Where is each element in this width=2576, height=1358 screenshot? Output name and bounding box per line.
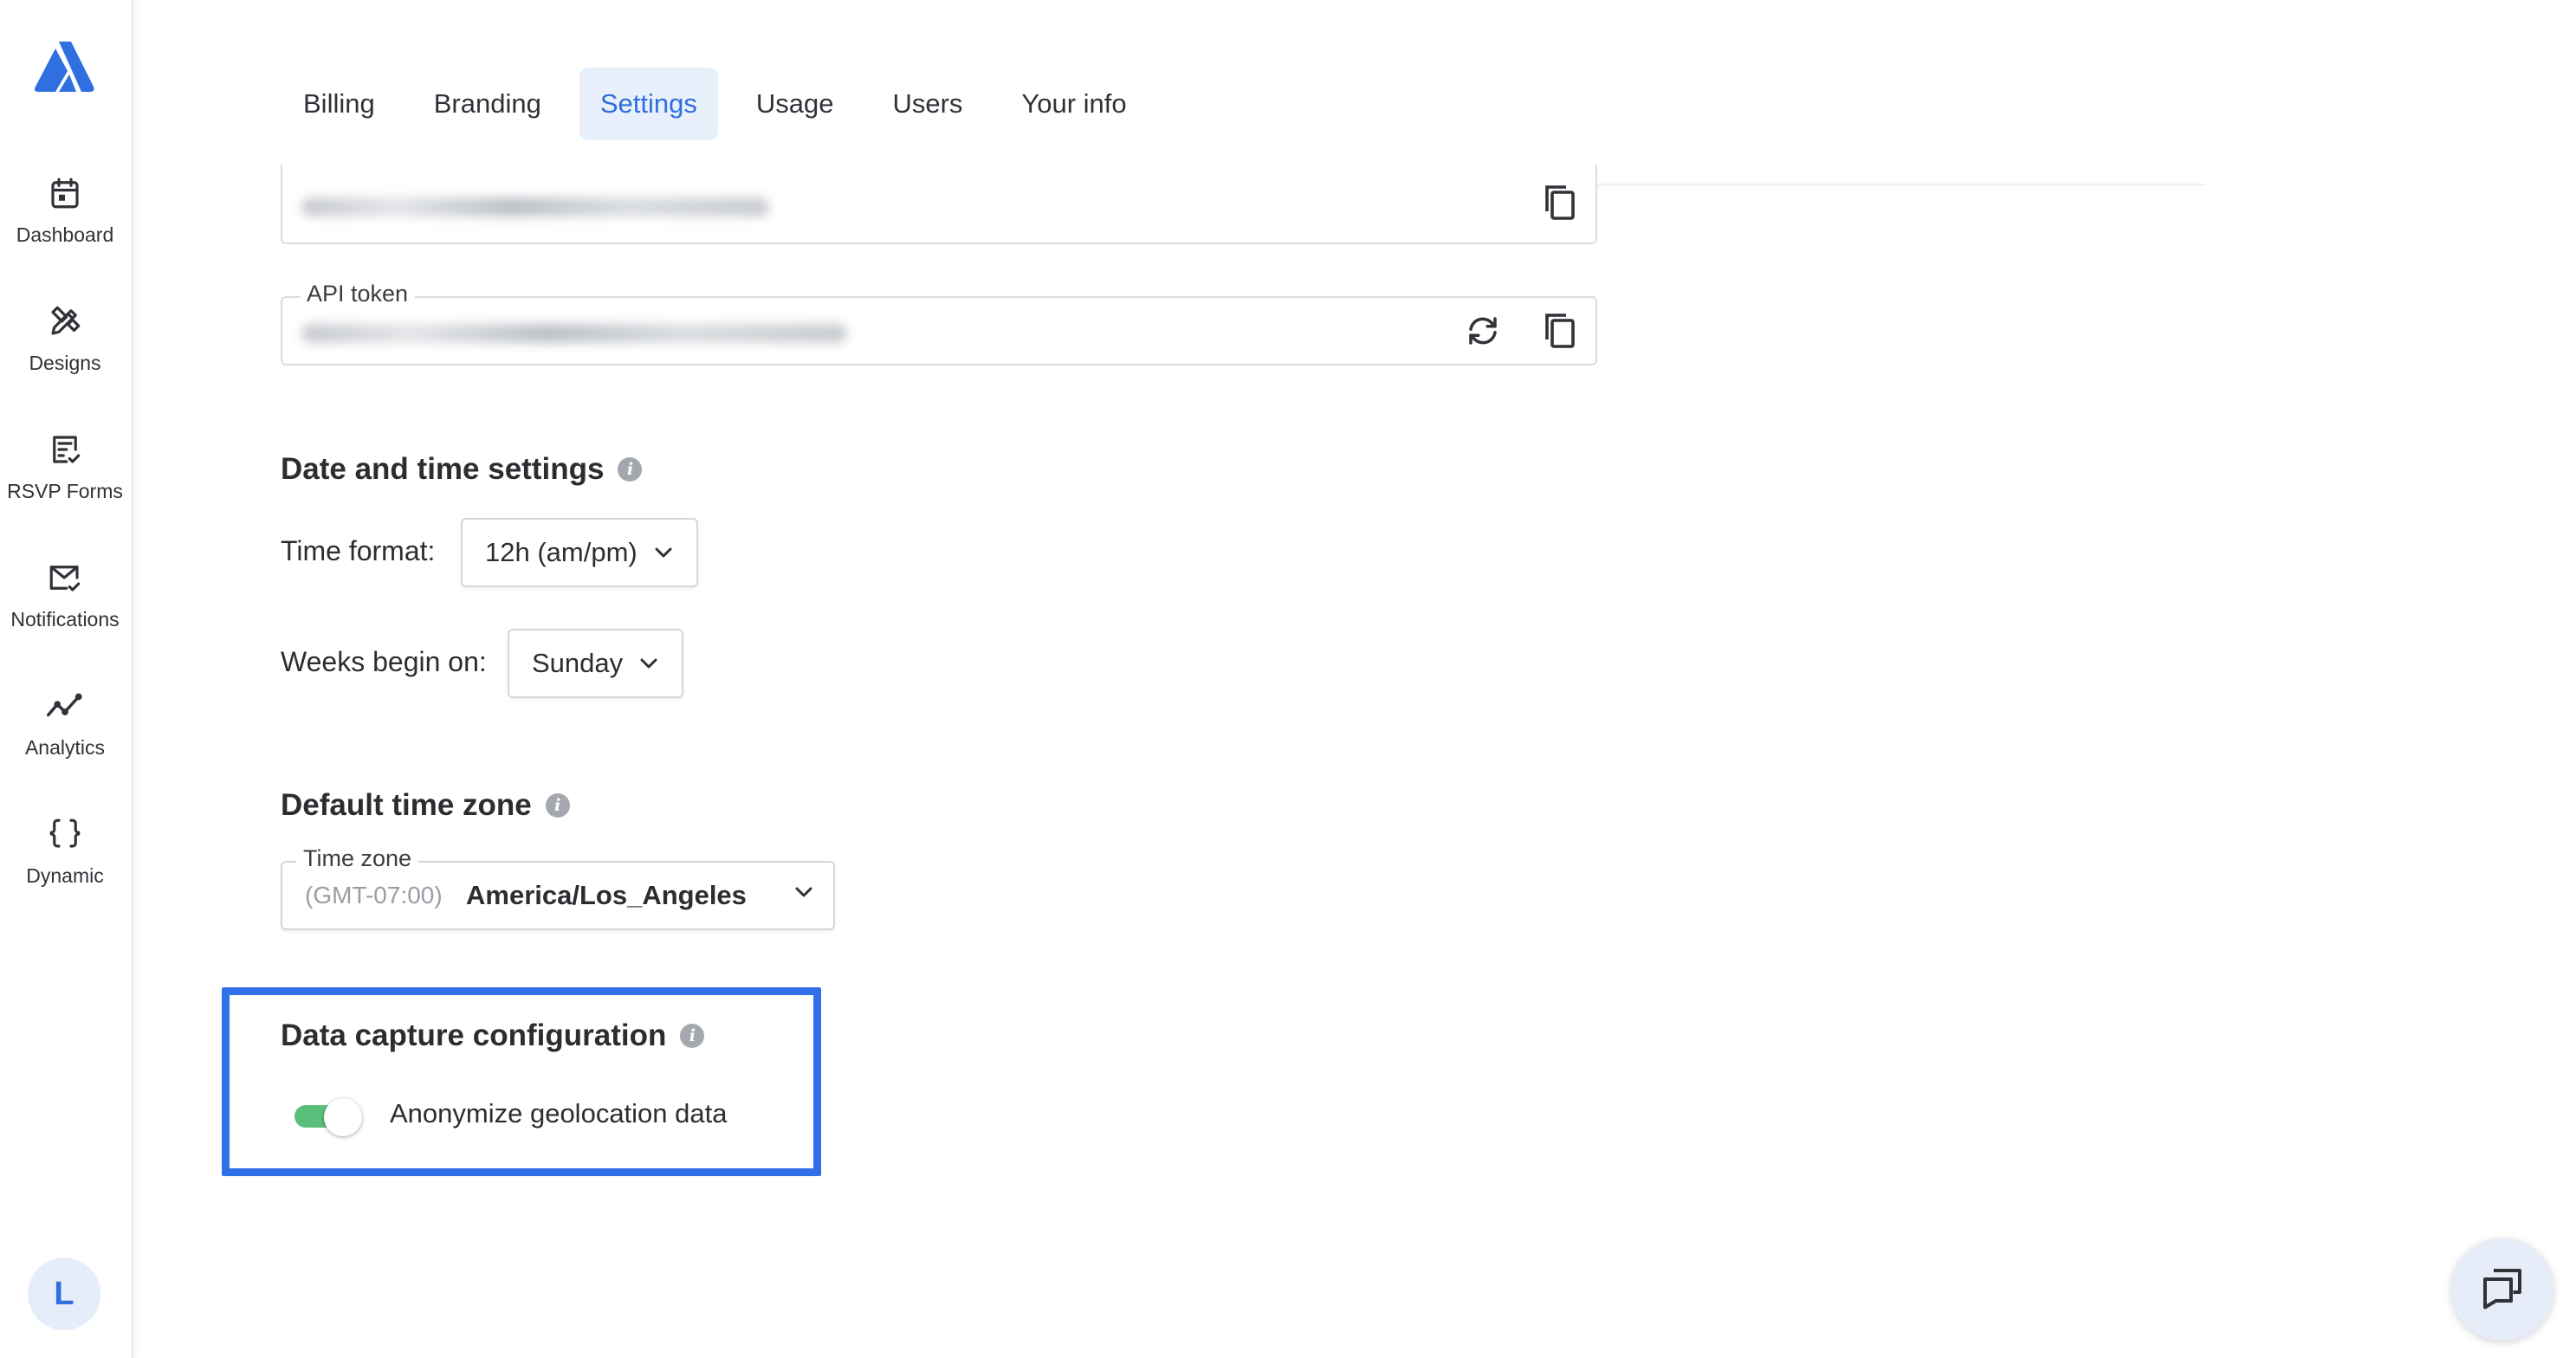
tab-users[interactable]: Users: [871, 68, 983, 140]
api-token-label: API token: [300, 281, 416, 307]
time-zone-value: America/Los_Angeles: [466, 880, 747, 910]
time-format-label: Time format:: [281, 535, 436, 566]
app-logo[interactable]: [33, 38, 95, 95]
info-icon[interactable]: i: [545, 793, 570, 818]
chevron-down-icon: [638, 656, 659, 670]
braces-icon: [45, 814, 85, 854]
anonymize-geolocation-label: Anonymize geolocation data: [390, 1098, 728, 1128]
regenerate-icon[interactable]: [1462, 310, 1504, 352]
sidebar-item-label: Dashboard: [16, 223, 114, 246]
sidebar-item-dynamic[interactable]: Dynamic: [0, 814, 130, 918]
tab-billing[interactable]: Billing: [282, 68, 396, 140]
redacted-value: [301, 324, 847, 343]
tab-branding[interactable]: Branding: [413, 68, 562, 140]
chat-bubbles-icon: [2476, 1262, 2528, 1318]
sidebar-item-analytics[interactable]: Analytics: [0, 686, 130, 790]
settings-tabs: Billing Branding Settings Usage Users Yo…: [282, 68, 1165, 140]
calendar-icon: [45, 173, 85, 213]
toggle-knob: [324, 1098, 362, 1136]
select-value: 12h (am/pm): [485, 537, 638, 567]
tab-your-info[interactable]: Your info: [1000, 68, 1147, 140]
sidebar-item-notifications[interactable]: Notifications: [0, 558, 130, 662]
section-title: Date and time settings: [281, 452, 605, 486]
chat-button[interactable]: [2451, 1238, 2553, 1341]
sidebar-item-rsvp-forms[interactable]: RSVP Forms: [0, 430, 130, 534]
api-token-field: API token: [281, 281, 1597, 365]
copy-icon[interactable]: [1538, 310, 1580, 352]
sidebar-item-label: Analytics: [24, 736, 106, 759]
sidebar-item-dashboard[interactable]: Dashboard: [0, 173, 130, 277]
section-title: Default time zone: [281, 788, 532, 822]
tab-usage[interactable]: Usage: [735, 68, 855, 140]
time-zone-offset: (GMT-07:00): [305, 882, 443, 909]
sidebar-item-designs[interactable]: Designs: [0, 301, 130, 405]
default-time-zone-heading: Default time zone i: [281, 788, 570, 823]
sidebar-item-label: RSVP Forms: [7, 480, 123, 502]
token-field: [281, 165, 1597, 244]
sidebar-item-label: Notifications: [10, 608, 120, 630]
select-value: Sunday: [532, 648, 624, 678]
checklist-icon: [45, 430, 85, 469]
time-zone-label: Time zone: [296, 845, 419, 872]
copy-icon[interactable]: [1538, 182, 1580, 223]
sidebar: Dashboard Designs RSVP Forms Notificatio…: [0, 0, 133, 1358]
info-icon[interactable]: i: [618, 457, 643, 482]
anonymize-geolocation-toggle[interactable]: [294, 1098, 362, 1136]
section-title: Data capture configuration: [281, 1018, 667, 1052]
time-format-select[interactable]: 12h (am/pm): [461, 518, 698, 587]
avatar[interactable]: L: [28, 1258, 100, 1330]
date-time-settings-heading: Date and time settings i: [281, 452, 643, 487]
info-icon[interactable]: i: [680, 1024, 705, 1048]
data-capture-heading: Data capture configuration i: [281, 1018, 705, 1053]
weeks-begin-select[interactable]: Sunday: [508, 629, 684, 698]
tab-settings[interactable]: Settings: [579, 68, 718, 140]
chevron-down-icon: [653, 546, 674, 559]
line-chart-icon: [45, 686, 85, 726]
app-root: Dashboard Designs RSVP Forms Notificatio…: [0, 0, 2576, 1358]
sidebar-item-label: Dynamic: [26, 864, 104, 887]
sidebar-item-label: Designs: [29, 352, 101, 374]
redacted-value: [301, 197, 769, 217]
time-zone-select[interactable]: Time zone (GMT-07:00) America/Los_Angele…: [281, 845, 835, 930]
mail-check-icon: [45, 558, 85, 598]
pencil-ruler-icon: [45, 301, 85, 341]
chevron-down-icon: [793, 885, 814, 903]
highlight-box: [222, 987, 821, 1176]
weeks-begin-label: Weeks begin on:: [281, 646, 487, 677]
